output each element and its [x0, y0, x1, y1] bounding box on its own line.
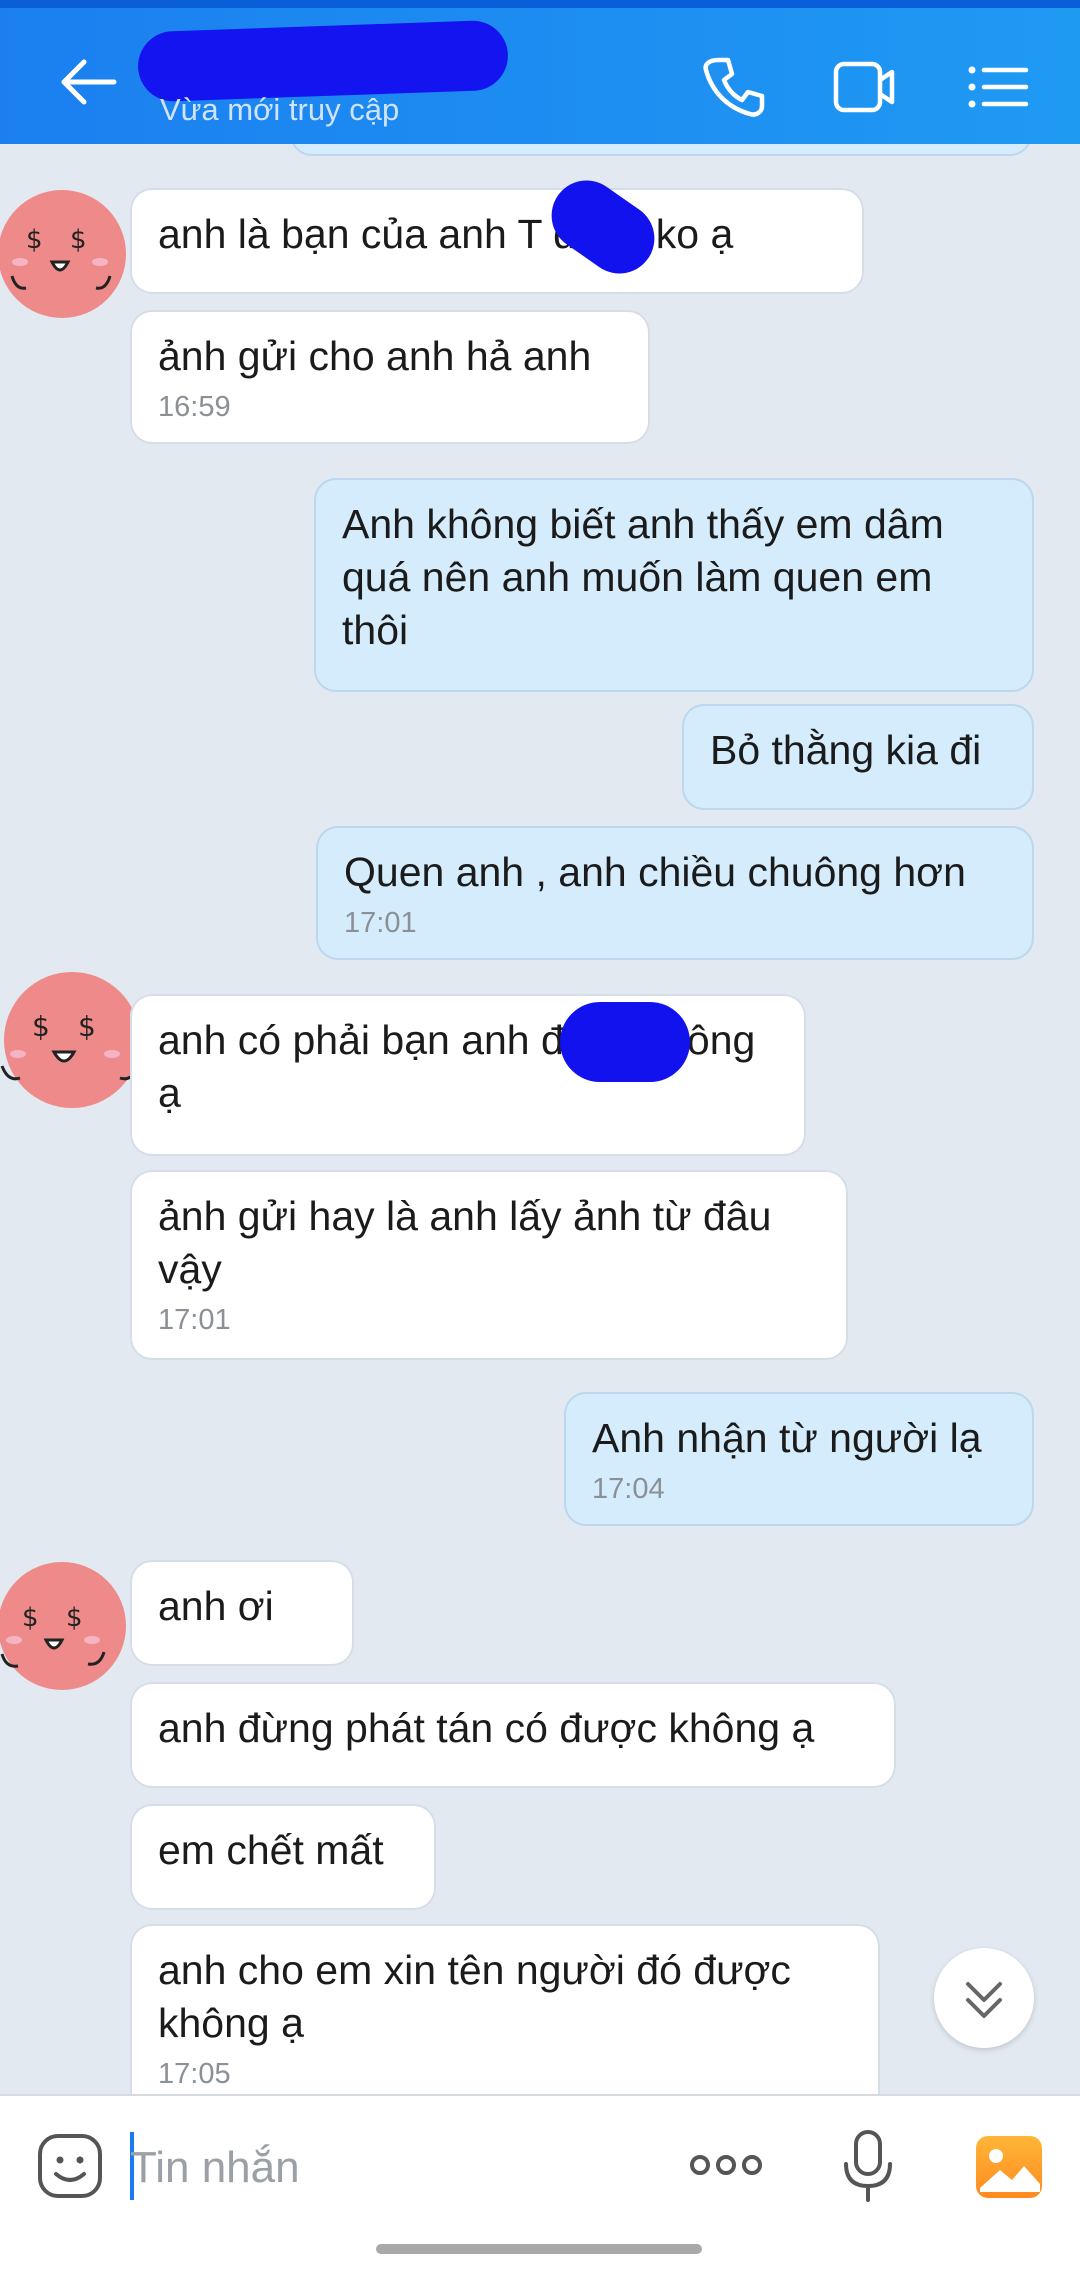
message-time: 16:59: [158, 391, 231, 423]
back-button[interactable]: [56, 52, 126, 112]
svg-text:$: $: [70, 225, 87, 255]
microphone-icon: [844, 2130, 892, 2202]
message-bubble[interactable]: anh đừng phát tán có được không ạ: [130, 1682, 896, 1788]
message-text: Quen anh , anh chiều chuông hơn: [344, 849, 966, 895]
message-time: 17:01: [158, 1304, 231, 1336]
scroll-to-bottom-button[interactable]: [934, 1948, 1034, 2048]
previous-message-bubble: [290, 144, 1032, 156]
chevron-double-down-icon: [966, 1982, 1002, 2018]
status-bar: [0, 0, 1080, 8]
contact-name-redacted[interactable]: [136, 19, 510, 103]
message-bubble[interactable]: anh có phải bạn anh đúng không ạ: [130, 994, 806, 1156]
send-photo-button[interactable]: [974, 2132, 1044, 2202]
message-bubble[interactable]: ảnh gửi hay là anh lấy ảnh từ đâu vậy 17…: [130, 1170, 848, 1360]
video-call-icon: [833, 61, 895, 113]
message-bubble[interactable]: ảnh gửi cho anh hả anh 16:59: [130, 310, 650, 444]
sticker-icon: [38, 2134, 102, 2198]
svg-text:$: $: [66, 1603, 83, 1633]
message-bubble[interactable]: anh cho em xin tên người đó được không ạ…: [130, 1924, 880, 2094]
message-bubble[interactable]: em chết mất: [130, 1804, 436, 1910]
message-bubble-outgoing[interactable]: Quen anh , anh chiều chuông hơn 17:01: [316, 826, 1034, 960]
contact-avatar[interactable]: $ $: [0, 184, 132, 324]
chat-options-button[interactable]: [962, 52, 1032, 122]
message-text: em chết mất: [158, 1827, 384, 1873]
home-indicator[interactable]: [376, 2244, 702, 2254]
chat-header: Vừa mới truy cập: [0, 8, 1080, 144]
message-time: 17:05: [158, 2058, 231, 2090]
voice-message-button[interactable]: [838, 2128, 898, 2204]
photo-icon: [976, 2136, 1042, 2198]
message-text: anh đừng phát tán có được không ạ: [158, 1705, 815, 1751]
more-options-button[interactable]: [686, 2140, 766, 2190]
contact-avatar[interactable]: $ $: [0, 1556, 132, 1696]
message-input[interactable]: [128, 2132, 652, 2204]
svg-text:$: $: [22, 1603, 39, 1633]
message-bubble[interactable]: anh ơi: [130, 1560, 354, 1666]
message-bubble-outgoing[interactable]: Bỏ thằng kia đi: [682, 704, 1034, 810]
message-list[interactable]: $ $ anh là bạn của anh T đúng ko ạ ảnh g…: [0, 144, 1080, 2094]
voice-call-button[interactable]: [698, 52, 768, 122]
back-arrow-icon: [61, 59, 117, 105]
video-call-button[interactable]: [830, 52, 900, 122]
svg-text:$: $: [78, 1010, 96, 1043]
redaction-scribble: [560, 1002, 690, 1082]
sticker-button[interactable]: [36, 2132, 104, 2200]
list-menu-icon: [968, 66, 1029, 108]
message-text: Anh không biết anh thấy em dâm quá nên a…: [342, 501, 944, 653]
svg-text:$: $: [32, 1010, 50, 1043]
more-options-icon: [690, 2155, 762, 2175]
message-text: Anh nhận từ người lạ: [592, 1415, 982, 1461]
message-bubble-outgoing[interactable]: Anh không biết anh thấy em dâm quá nên a…: [314, 478, 1034, 692]
message-time: 17:01: [344, 907, 417, 939]
message-bubble-outgoing[interactable]: Anh nhận từ người lạ 17:04: [564, 1392, 1034, 1526]
phone-icon: [703, 57, 765, 117]
message-time: 17:04: [592, 1473, 665, 1505]
message-text: ảnh gửi hay là anh lấy ảnh từ đâu vậy: [158, 1193, 772, 1292]
message-text: anh ơi: [158, 1583, 274, 1629]
message-bubble[interactable]: anh là bạn của anh T đúng ko ạ: [130, 188, 864, 294]
last-seen-status: Vừa mới truy cập: [160, 92, 400, 127]
message-text: anh cho em xin tên người đó được không ạ: [158, 1947, 791, 2046]
message-text: ảnh gửi cho anh hả anh: [158, 333, 592, 379]
message-text: Bỏ thằng kia đi: [710, 727, 982, 773]
svg-text:$: $: [26, 225, 43, 255]
